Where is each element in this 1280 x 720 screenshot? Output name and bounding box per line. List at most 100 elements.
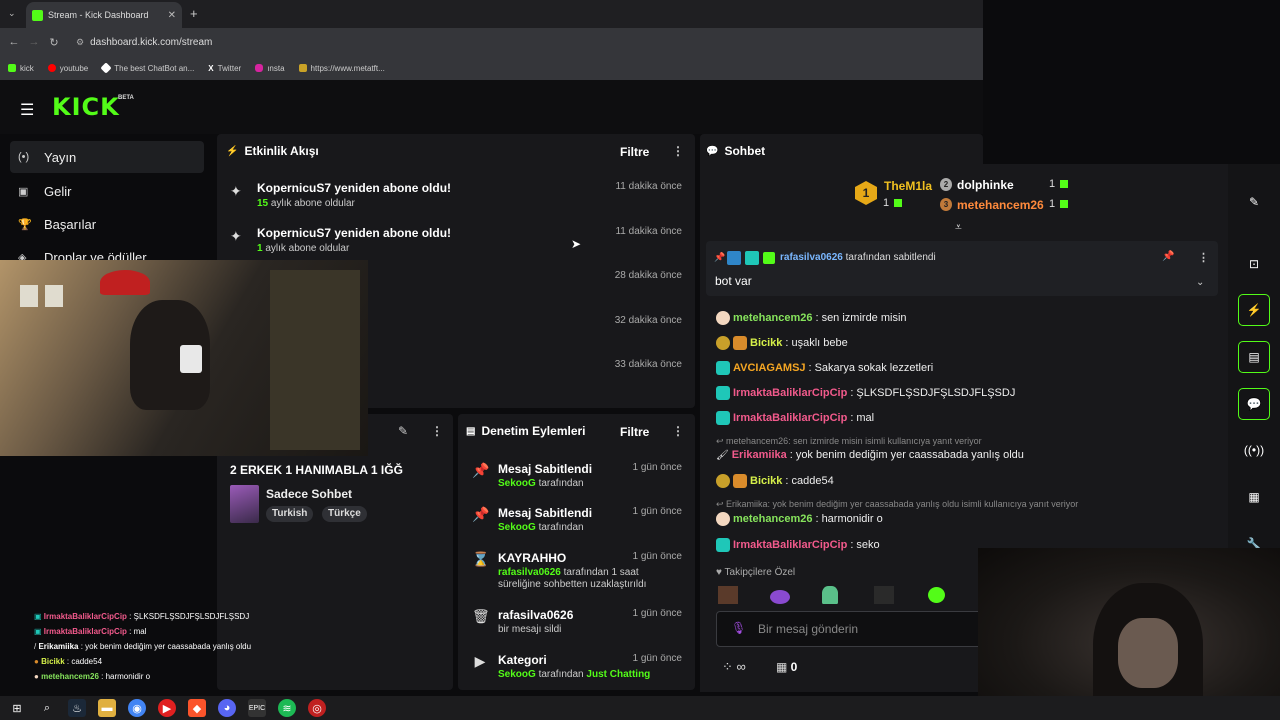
chrome-icon[interactable]: ◉ <box>128 699 146 717</box>
sparkle-icon: ✦ <box>230 228 242 244</box>
brave-icon[interactable]: ◆ <box>188 699 206 717</box>
rank-badge-icon <box>716 336 730 350</box>
reload-icon[interactable]: ↻ <box>44 36 64 49</box>
bookmark-kick[interactable]: kick <box>8 64 34 73</box>
moderation-more-icon[interactable]: ⋮ <box>672 424 684 438</box>
leaderboard-name[interactable]: metehancem26 <box>957 198 1044 212</box>
beta-badge: BETA <box>118 95 134 101</box>
pinned-message <box>706 241 1218 296</box>
bookmark-youtube[interactable]: youtube <box>47 64 88 73</box>
rank-badge-icon <box>716 474 730 488</box>
sidebar-item-yayin[interactable]: (•) Yayın <box>10 141 204 173</box>
expand-leaderboard-icon[interactable]: ⩡ <box>955 220 962 235</box>
activity-event: ✦ KopernicuS7 yeniden abone oldu! 15 ayl… <box>230 181 682 209</box>
emote[interactable] <box>928 587 945 603</box>
sidebar-item-label: Yayın <box>44 149 77 165</box>
wall-photo <box>45 285 63 307</box>
emote[interactable] <box>874 586 894 604</box>
sidebar: (•) Yayın ▣ Gelir 🏆 Başarılar ◈ Droplar … <box>0 134 214 265</box>
chat-message: IrmaktaBaliklarCipCip: ŞLKSDFLŞSDJFŞLSDJ… <box>716 386 1015 400</box>
screenshot-icon[interactable]: ⊡ <box>1238 248 1270 280</box>
overlay-chat-line: ▣ IrmaktaBaliklarCipCip : mal <box>34 627 147 636</box>
steam-icon[interactable]: ♨ <box>68 699 86 717</box>
bolt-icon: ⚡ <box>226 145 239 157</box>
moderation-filter-button[interactable]: Filtre <box>620 425 649 439</box>
obs-icon[interactable]: ◎ <box>308 699 326 717</box>
shelf <box>270 270 360 450</box>
back-icon[interactable]: ← <box>4 36 24 48</box>
browser-tab[interactable]: Stream - Kick Dashboard ✕ <box>26 2 182 28</box>
discord-icon[interactable]: ◕ <box>218 699 236 717</box>
trophy-icon: 🏆 <box>18 218 32 231</box>
gift-badge-icon <box>733 474 747 488</box>
sidebar-item-label: Başarılar <box>44 216 97 232</box>
app-header <box>0 80 983 134</box>
chat-settings-icon[interactable]: 💬 <box>1238 388 1270 420</box>
chat-input[interactable]: 🎙 Bir mesaj gönderin <box>716 611 986 647</box>
epic-games-icon[interactable]: EPIC <box>248 699 266 717</box>
moderation-action: 📌 Mesaj Sabitlendi SekooG tarafından 1 g… <box>472 506 682 533</box>
moderation-action: ⌛ KAYRAHHO rafasilva0626 tarafından 1 sa… <box>472 551 682 590</box>
emote[interactable] <box>718 586 738 604</box>
notes-icon[interactable]: ▤ <box>1238 341 1270 373</box>
layout-icon[interactable]: ▦ <box>1238 481 1270 513</box>
new-tab-icon[interactable]: + <box>190 6 198 21</box>
chat-bubble-icon: 💬 <box>706 145 719 157</box>
edit-icon[interactable]: ✎ <box>398 424 408 438</box>
microphone-icon[interactable]: 🎙 <box>731 621 746 635</box>
subscriber-badge-icon <box>716 386 730 400</box>
users-icon[interactable]: ⁘ ∞ <box>722 659 746 675</box>
gift-sub-icon <box>894 199 902 207</box>
kick-logo[interactable]: KICK <box>52 93 120 121</box>
overlay-chat-line: ● metehancem26 : harmonidir o <box>34 672 151 681</box>
tag-chip[interactable]: Türkçe <box>322 506 367 522</box>
category-thumbnail[interactable] <box>230 485 259 523</box>
stream-info-more-icon[interactable]: ⋮ <box>431 424 443 438</box>
bookmark-twitter[interactable]: X Twitter <box>208 64 241 73</box>
spotify-icon[interactable]: ≋ <box>278 699 296 717</box>
chat-title: 💬 Sohbet <box>706 144 766 158</box>
unpin-icon[interactable]: 📌 <box>1162 251 1174 262</box>
sidebar-item-basarilar[interactable]: 🏆 Başarılar <box>10 208 204 240</box>
gift-sub-icon <box>1060 200 1068 208</box>
browser-tabbar: ⌄ Stream - Kick Dashboard ✕ + <box>0 0 983 28</box>
site-info-icon[interactable]: ⚙ <box>76 37 84 48</box>
bookmark-chatbot[interactable]: The best ChatBot an... <box>100 62 194 74</box>
pinned-more-icon[interactable]: ⋮ <box>1198 251 1209 264</box>
file-explorer-icon[interactable]: ▬ <box>98 699 116 717</box>
rank-badge: 3 <box>940 198 952 211</box>
tab-title: Stream - Kick Dashboard <box>48 10 149 20</box>
bookmark-instagram[interactable]: ınsta <box>255 64 285 73</box>
chevron-down-icon[interactable]: ⌄ <box>1196 277 1204 288</box>
chat-message: 🖌 Erikamiika: yok benim dediğim yer caas… <box>716 449 1024 461</box>
moderation-title: ▤ Denetim Eylemleri <box>466 424 586 438</box>
leaderboard-name[interactable]: dolphinke <box>957 178 1014 192</box>
tag-chip[interactable]: Turkish <box>266 506 314 522</box>
close-tab-icon[interactable]: ✕ <box>168 10 176 21</box>
chat-message: IrmaktaBaliklarCipCip: seko <box>716 538 880 552</box>
activity-more-icon[interactable]: ⋮ <box>672 144 684 158</box>
menu-icon[interactable]: ☰ <box>20 100 34 120</box>
url-text[interactable]: dashboard.kick.com/stream <box>90 37 212 48</box>
media-player-icon[interactable]: ▶ <box>158 699 176 717</box>
reply-context: ↩ metehancem26: sen izmirde misin isimli… <box>716 436 982 446</box>
emote[interactable] <box>822 586 838 604</box>
category-name[interactable]: Sadece Sohbet <box>266 487 352 501</box>
leaderboard-name[interactable]: TheM1la <box>884 179 932 193</box>
bookmark-metatft[interactable]: https://www.metatft... <box>298 64 385 73</box>
pencil-icon[interactable]: ✎ <box>1238 186 1270 218</box>
gift-badge <box>763 252 775 264</box>
forward-icon[interactable]: → <box>24 36 44 48</box>
sidebar-item-gelir[interactable]: ▣ Gelir <box>10 175 204 207</box>
search-icon[interactable]: ⌕ <box>38 699 56 717</box>
windows-start-icon[interactable]: ⊞ <box>8 699 26 717</box>
moderation-action: 📌 Mesaj Sabitlendi SekooG tarafından 1 g… <box>472 462 682 489</box>
address-bar: ← → ↻ ⚙ dashboard.kick.com/stream <box>0 28 983 56</box>
broadcast-icon[interactable]: ((•)) <box>1238 434 1270 466</box>
gift-icon[interactable]: ▦ 0 <box>776 660 797 674</box>
emote[interactable] <box>770 590 790 604</box>
bolt-icon[interactable]: ⚡ <box>1238 294 1270 326</box>
activity-filter-button[interactable]: Filtre <box>620 145 649 159</box>
tab-list-icon[interactable]: ⌄ <box>8 8 16 19</box>
broadcast-icon: (•) <box>18 151 30 163</box>
